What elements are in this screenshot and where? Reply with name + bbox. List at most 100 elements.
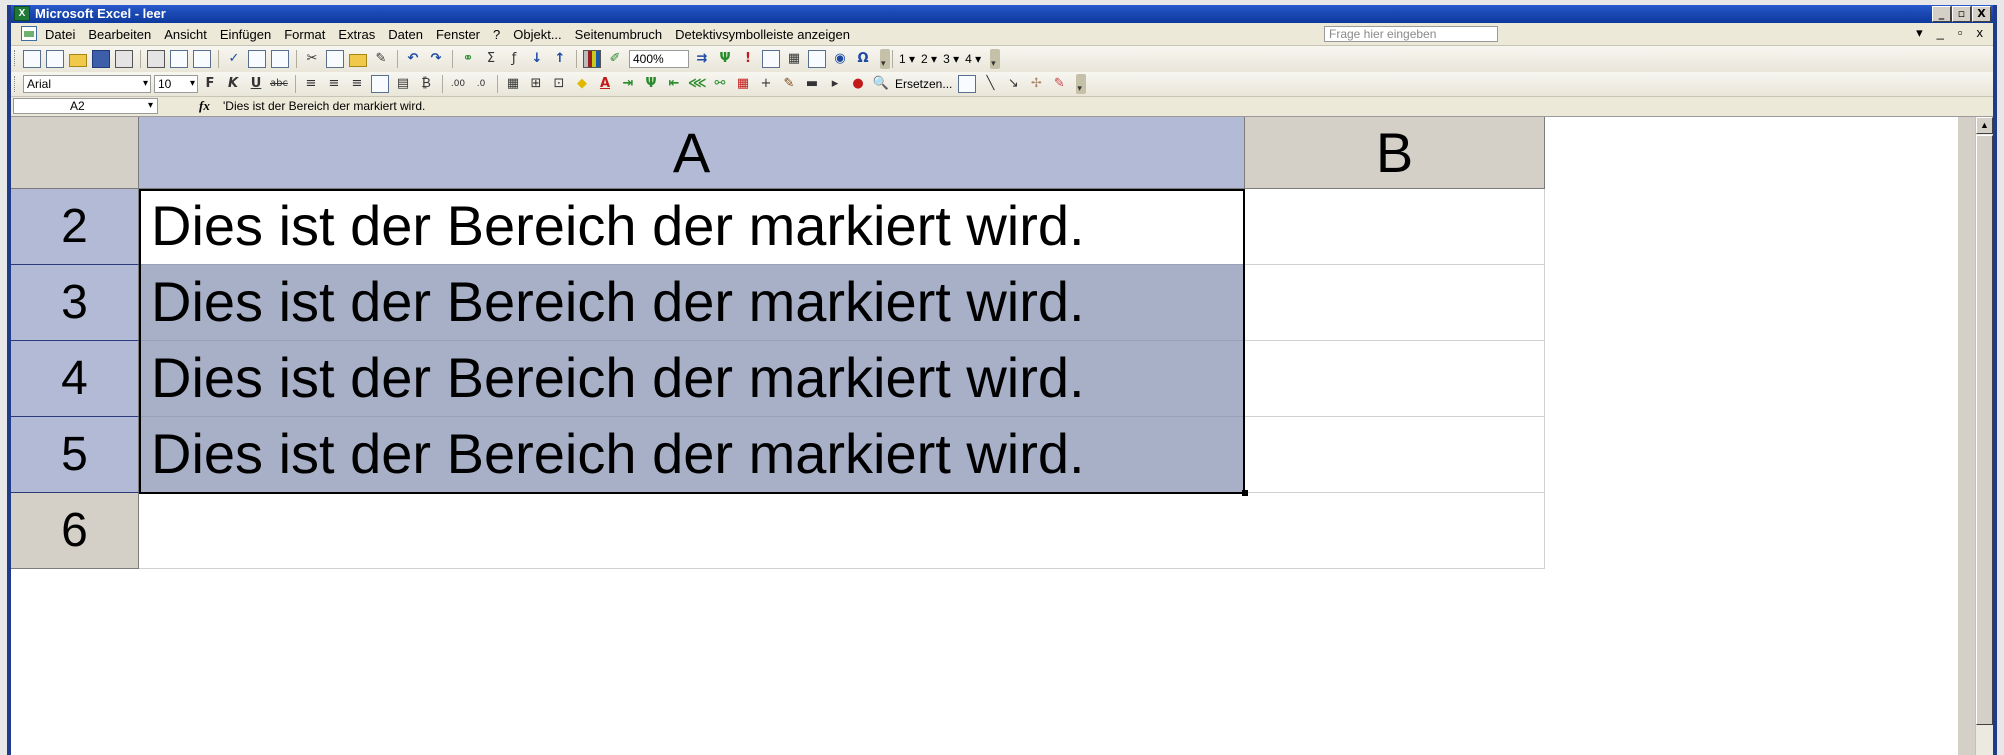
research-icon[interactable] bbox=[248, 50, 266, 68]
drawing-icon[interactable]: ✐ bbox=[606, 50, 624, 68]
trace-precedents-icon[interactable]: ⇉ bbox=[693, 50, 711, 68]
open-folder-icon[interactable] bbox=[69, 54, 87, 67]
toolbar-grip[interactable] bbox=[14, 50, 18, 66]
menu-bearbeiten[interactable]: Bearbeiten bbox=[88, 27, 151, 42]
toolbar-grip[interactable] bbox=[14, 76, 18, 92]
redo-icon[interactable]: ↷ bbox=[427, 50, 445, 68]
crosshair-icon[interactable]: + bbox=[757, 75, 775, 93]
excel-app-icon[interactable]: X bbox=[14, 6, 30, 21]
preview-icon[interactable] bbox=[193, 50, 211, 68]
align-right-icon[interactable]: ≡ bbox=[348, 75, 366, 93]
outline-borders-icon[interactable]: ⊡ bbox=[550, 75, 568, 93]
new-document-icon[interactable] bbox=[23, 50, 41, 68]
currency-icon[interactable]: ₿ bbox=[417, 75, 435, 93]
translate-icon[interactable] bbox=[271, 50, 289, 68]
select-all-button[interactable] bbox=[11, 117, 139, 189]
row-header-6[interactable]: 6 bbox=[11, 493, 139, 569]
hyperlink-icon[interactable]: ⚭ bbox=[459, 50, 477, 68]
permission-icon[interactable] bbox=[115, 50, 133, 68]
replace-button[interactable]: Ersetzen... bbox=[895, 77, 952, 91]
help-search-input[interactable]: Frage hier eingeben bbox=[1324, 26, 1498, 42]
menu-einfuegen[interactable]: Einfügen bbox=[220, 27, 271, 42]
minimize-button[interactable]: _ bbox=[1932, 6, 1951, 22]
name-box[interactable]: A2 ▾ bbox=[13, 98, 158, 114]
menu-extras[interactable]: Extras bbox=[338, 27, 375, 42]
autosum-icon[interactable]: Σ bbox=[482, 50, 500, 68]
outdent-icon[interactable]: ⇤ bbox=[665, 75, 683, 93]
workbook-icon[interactable] bbox=[21, 26, 37, 41]
cell-b6[interactable] bbox=[1245, 493, 1545, 569]
cut-icon[interactable]: ✂ bbox=[303, 50, 321, 68]
print-icon[interactable] bbox=[147, 50, 165, 68]
arrow-icon[interactable]: ↘ bbox=[1004, 75, 1022, 93]
italic-icon[interactable]: K bbox=[224, 75, 242, 93]
grid-icon[interactable]: ▦ bbox=[785, 50, 803, 68]
link-icon[interactable]: ⚯ bbox=[711, 75, 729, 93]
row-header-3[interactable]: 3 bbox=[11, 265, 139, 341]
image-icon[interactable] bbox=[958, 75, 977, 93]
copy-icon[interactable] bbox=[326, 50, 344, 68]
flag-icon[interactable]: ▬ bbox=[803, 75, 821, 93]
cell-b4[interactable] bbox=[1245, 341, 1545, 417]
outline-level-4[interactable]: 4 ▾ bbox=[965, 52, 981, 66]
trace-error-icon[interactable]: ! bbox=[739, 50, 757, 68]
sort-descending-icon[interactable]: ↑ bbox=[551, 50, 569, 68]
record-icon[interactable]: ● bbox=[849, 75, 867, 93]
menu-fenster[interactable]: Fenster bbox=[436, 27, 480, 42]
font-color-icon[interactable]: A bbox=[596, 75, 614, 93]
sort-ascending-icon[interactable]: ↓ bbox=[528, 50, 546, 68]
form-icon[interactable] bbox=[808, 50, 826, 68]
strikethrough-icon[interactable]: abc bbox=[270, 75, 288, 93]
outline-level-2[interactable]: 2 ▾ bbox=[921, 52, 937, 66]
clear-icon[interactable]: ✎ bbox=[1050, 75, 1068, 93]
save-icon[interactable] bbox=[92, 50, 110, 68]
underline-icon[interactable]: U bbox=[247, 75, 265, 93]
cell-a3[interactable]: Dies ist der Bereich der markiert wird. bbox=[139, 265, 1245, 341]
cell-a6[interactable] bbox=[139, 493, 1245, 569]
menu-daten[interactable]: Daten bbox=[388, 27, 423, 42]
row-header-5[interactable]: 5 bbox=[11, 417, 139, 493]
menu-help[interactable]: ? bbox=[493, 27, 500, 42]
menu-objekt[interactable]: Objekt... bbox=[513, 27, 561, 42]
chart-wizard-icon[interactable] bbox=[583, 50, 601, 68]
find-icon[interactable]: 🔍 bbox=[872, 75, 890, 93]
restore-button[interactable]: ▫ bbox=[1952, 6, 1971, 22]
align-left-icon[interactable]: ≡ bbox=[302, 75, 320, 93]
borders-icon[interactable]: ▦ bbox=[504, 75, 522, 93]
new-web-icon[interactable] bbox=[46, 50, 64, 68]
merge-center-icon[interactable] bbox=[371, 75, 389, 93]
function-wizard-icon[interactable]: fx bbox=[199, 98, 210, 114]
cell-a2[interactable]: Dies ist der Bereich der markiert wird. bbox=[139, 189, 1245, 265]
outline-level-1[interactable]: 1 ▾ bbox=[899, 52, 915, 66]
cell-b5[interactable] bbox=[1245, 417, 1545, 493]
cell-a4[interactable]: Dies ist der Bereich der markiert wird. bbox=[139, 341, 1245, 417]
org-icon[interactable]: Ψ bbox=[642, 75, 660, 93]
close-button[interactable]: X bbox=[1972, 6, 1991, 22]
row-header-4[interactable]: 4 bbox=[11, 341, 139, 417]
doc-restore-button[interactable]: ▫ bbox=[1958, 25, 1963, 41]
indent-icon[interactable]: ⇥ bbox=[619, 75, 637, 93]
column-header-b[interactable]: B bbox=[1245, 117, 1545, 189]
scroll-thumb[interactable] bbox=[1976, 135, 1993, 725]
vertical-scrollbar[interactable]: ▲ bbox=[1975, 117, 1993, 755]
crop-icon[interactable]: ✢ bbox=[1027, 75, 1045, 93]
font-size-select[interactable]: 10 ▾ bbox=[154, 75, 198, 93]
format-painter-icon[interactable]: ✎ bbox=[372, 50, 390, 68]
increase-decimal-icon[interactable]: .00 bbox=[449, 75, 467, 93]
play-icon[interactable]: ▸ bbox=[826, 75, 844, 93]
menu-format[interactable]: Format bbox=[284, 27, 325, 42]
scroll-up-icon[interactable]: ▲ bbox=[1976, 117, 1993, 134]
decrease-decimal-icon[interactable]: .0 bbox=[472, 75, 490, 93]
row-header-2[interactable]: 2 bbox=[11, 189, 139, 265]
connector-icon[interactable]: ⋘ bbox=[688, 75, 707, 93]
comment-icon[interactable] bbox=[762, 50, 780, 68]
help-dropdown-icon[interactable]: ▾ bbox=[1916, 25, 1923, 41]
align-center-icon[interactable]: ≡ bbox=[325, 75, 343, 93]
toolbar-options-icon[interactable] bbox=[880, 49, 890, 69]
menu-detektiv[interactable]: Detektivsymbolleiste anzeigen bbox=[675, 27, 850, 42]
zoom-select[interactable]: 400% bbox=[629, 50, 689, 68]
column-header-a[interactable]: A bbox=[139, 117, 1245, 189]
paint-icon[interactable]: ✎ bbox=[780, 75, 798, 93]
font-name-select[interactable]: Arial ▾ bbox=[23, 75, 151, 93]
grid-borders-icon[interactable]: ⊞ bbox=[527, 75, 545, 93]
